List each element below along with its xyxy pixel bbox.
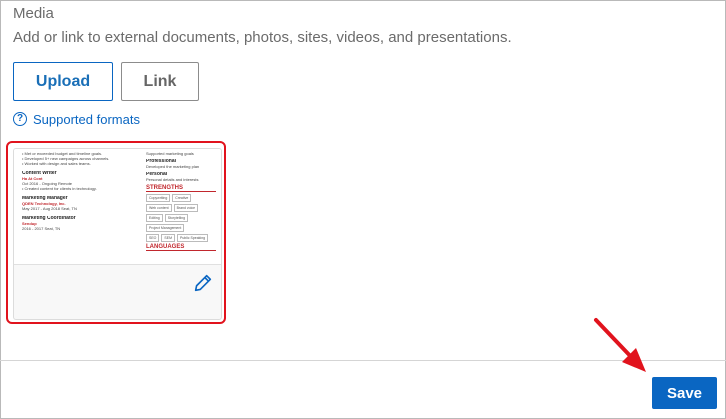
upload-button[interactable]: Upload [13,62,113,101]
thumb-chip-row: SEO SEM Public Speaking [146,234,216,242]
thumb-professional-text: Developed the marketing plan [146,164,200,169]
thumb-job-desc: • Created content for clients in technol… [22,186,97,191]
pencil-icon[interactable] [192,272,214,294]
thumb-chip: Editing [146,214,163,222]
media-thumbnail-card[interactable]: • Met or exceeded budget and timeline go… [13,148,222,320]
thumb-chip: SEO [146,234,160,242]
thumb-right-text: Supported marketing goals [146,151,194,156]
thumb-chip: SEM [161,234,175,242]
thumb-personal-text: Personal details and interests [146,177,199,182]
thumb-chip: Brand voice [173,204,199,212]
thumbnail-divider [14,264,221,265]
thumbnail-right-column: Supported marketing goals Professional D… [146,151,216,251]
supported-formats-label: Supported formats [33,111,140,127]
thumb-bullet: • Worked with design and sales teams. [22,161,91,166]
thumb-job-meta: 2016 - 2017 Seat, TN [22,226,61,231]
thumb-strengths-heading: STRENGTHS [146,185,216,192]
red-arrow-annotation-icon [594,318,646,372]
media-section-description: Add or link to external documents, photo… [13,29,512,46]
thumb-chip-row: Web content Brand voice [146,204,216,212]
thumb-chip: Web content [146,204,172,212]
resume-thumbnail: • Met or exceeded budget and timeline go… [14,149,221,264]
thumb-chip-row: Editing Storytelling [146,214,216,222]
thumb-job-meta: May 2017 - Aug 2018 Seat, TN [22,206,77,211]
save-button[interactable]: Save [652,377,717,409]
media-section-title: Media [13,5,54,22]
thumb-chip-row: Copywriting Creative [146,194,216,202]
thumb-chip-row: Project Management [146,224,216,232]
thumb-languages-heading: LANGUAGES [146,244,216,251]
thumb-chip: Project Management [146,224,185,232]
question-circle-icon: ? [13,112,27,126]
thumbnail-left-column: • Met or exceeded budget and timeline go… [22,151,140,231]
thumb-chip: Public Speaking [177,234,209,242]
thumb-chip: Storytelling [164,214,189,222]
thumb-chip: Copywriting [146,194,171,202]
supported-formats-link[interactable]: ? Supported formats [13,110,140,128]
thumb-chip: Creative [172,194,192,202]
link-button[interactable]: Link [121,62,199,101]
